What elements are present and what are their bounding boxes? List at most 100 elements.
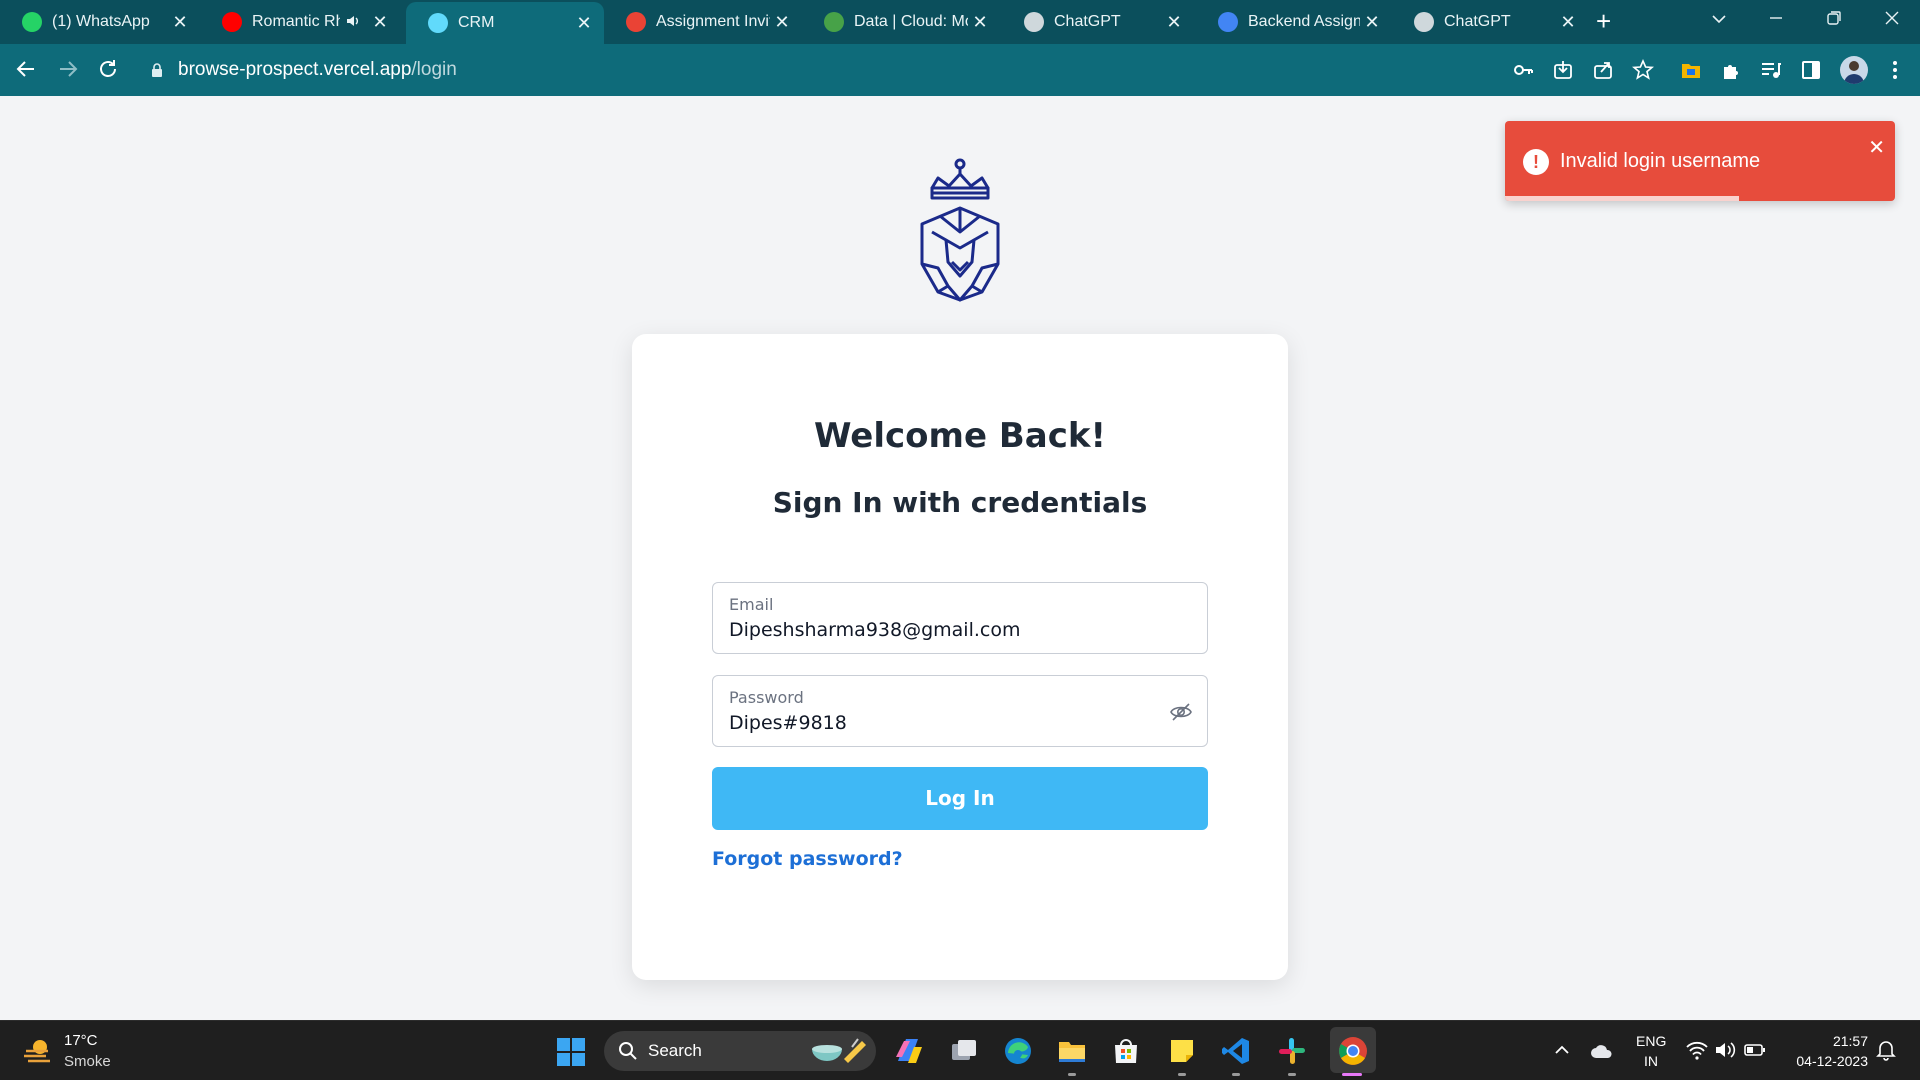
- browser-tab[interactable]: Romantic Rh ✕: [200, 4, 400, 40]
- volume-icon[interactable]: [1714, 1040, 1736, 1060]
- reload-icon[interactable]: [96, 57, 120, 81]
- side-panel-icon[interactable]: [1800, 59, 1822, 81]
- tab-title: ChatGPT: [1444, 13, 1511, 30]
- browser-tab[interactable]: Backend Assignm✕: [1196, 4, 1392, 40]
- weather-haze-icon[interactable]: [22, 1035, 54, 1067]
- wifi-icon[interactable]: [1686, 1040, 1708, 1060]
- language-indicator[interactable]: ENG IN: [1636, 1031, 1666, 1071]
- login-card: Welcome Back! Sign In with credentials E…: [632, 334, 1288, 980]
- tab-close-icon[interactable]: ✕: [1556, 12, 1580, 33]
- browser-tab[interactable]: Data | Cloud: Mo ✕: [802, 4, 1000, 40]
- forward-icon[interactable]: [56, 57, 80, 81]
- clock-date: 04-12-2023: [1796, 1053, 1868, 1069]
- microsoft-store-icon[interactable]: [1110, 1035, 1142, 1067]
- tab-close-icon[interactable]: ✕: [968, 12, 992, 33]
- battery-icon[interactable]: [1744, 1042, 1766, 1058]
- browser-tab-strip: (1) WhatsApp ✕ Romantic Rh ✕ CRM ✕ Assignment …: [0, 0, 1920, 44]
- bookmark-star-icon[interactable]: [1632, 59, 1654, 81]
- weather-temperature[interactable]: 17°C: [64, 1032, 98, 1049]
- key-icon[interactable]: [1512, 59, 1534, 81]
- tab-title: Assignment Invit: [656, 13, 770, 30]
- browser-tab[interactable]: ChatGPT ✕: [1392, 4, 1588, 40]
- email-value[interactable]: Dipeshsharma938@gmail.com: [729, 619, 1020, 641]
- taskbar-search-box[interactable]: Search: [604, 1031, 876, 1071]
- browser-tab[interactable]: (1) WhatsApp ✕: [0, 4, 200, 40]
- toggle-password-visibility-icon[interactable]: [1169, 700, 1193, 724]
- onedrive-cloud-icon[interactable]: [1590, 1043, 1614, 1059]
- task-view-icon[interactable]: [948, 1035, 980, 1067]
- sticky-notes-running-indicator: [1178, 1073, 1186, 1076]
- whatsapp-icon: [22, 12, 42, 32]
- windows-start-icon[interactable]: [556, 1037, 586, 1067]
- page-subtitle: Sign In with credentials: [772, 486, 1148, 519]
- windows-taskbar: 17°C Smoke Search ENG IN 21:57 04-12-202…: [0, 1020, 1920, 1080]
- email-field[interactable]: Email Dipeshsharma938@gmail.com: [712, 582, 1208, 654]
- toast-message: Invalid login username: [1560, 150, 1761, 172]
- error-alert-icon: !: [1523, 149, 1549, 175]
- chrome-icon[interactable]: [1337, 1035, 1369, 1067]
- email-label: Email: [729, 595, 774, 614]
- password-field[interactable]: Password Dipes#9818: [712, 675, 1208, 747]
- brand-lion-crest-logo: [920, 158, 1000, 302]
- tab-title: Backend Assignm: [1248, 13, 1360, 30]
- vscode-running-indicator: [1232, 1073, 1240, 1076]
- forgot-password-link[interactable]: Forgot password?: [712, 848, 903, 870]
- chrome-menu-icon[interactable]: [1884, 59, 1906, 81]
- file-explorer-icon[interactable]: [1056, 1035, 1088, 1067]
- search-label: Search: [648, 1041, 702, 1060]
- youtube-icon: [222, 12, 242, 32]
- tab-close-icon[interactable]: ✕: [572, 13, 596, 34]
- system-clock[interactable]: 21:57 04-12-2023: [1784, 1031, 1868, 1071]
- folder-extension-icon[interactable]: [1680, 59, 1702, 81]
- notification-bell-icon[interactable]: [1876, 1039, 1896, 1061]
- url-host: browse-prospect.vercel.app: [178, 59, 412, 80]
- file-explorer-running-indicator: [1068, 1073, 1076, 1076]
- url-path: /login: [411, 59, 457, 80]
- search-highlight-illustration-icon: [812, 1038, 866, 1063]
- login-button[interactable]: Log In: [712, 767, 1208, 830]
- tab-search-icon[interactable]: [1710, 12, 1728, 26]
- clock-time: 21:57: [1832, 1033, 1868, 1049]
- sticky-notes-icon[interactable]: [1166, 1035, 1198, 1067]
- chrome-running-indicator: [1342, 1073, 1362, 1076]
- new-tab-button[interactable]: +: [1596, 6, 1611, 37]
- close-window-icon[interactable]: [1884, 10, 1900, 26]
- tab-close-icon[interactable]: ✕: [770, 12, 794, 33]
- password-value[interactable]: Dipes#9818: [729, 712, 847, 734]
- language-code: ENG: [1636, 1033, 1667, 1049]
- profile-avatar[interactable]: [1840, 56, 1868, 84]
- copilot-app-icon[interactable]: [892, 1035, 924, 1067]
- tab-title: (1) WhatsApp: [52, 13, 150, 30]
- browser-tab[interactable]: ChatGPT ✕: [1002, 4, 1194, 40]
- media-control-icon[interactable]: [1760, 59, 1782, 81]
- browser-tab[interactable]: CRM ✕: [406, 2, 604, 44]
- edge-browser-icon[interactable]: [1002, 1035, 1034, 1067]
- page-title: Welcome Back!: [814, 416, 1106, 456]
- extensions-puzzle-icon[interactable]: [1720, 59, 1742, 81]
- browser-toolbar: browse-prospect.vercel.app/login: [0, 44, 1920, 96]
- vscode-icon[interactable]: [1220, 1035, 1252, 1067]
- browser-tab[interactable]: Assignment Invit ✕: [604, 4, 802, 40]
- slack-running-indicator: [1288, 1073, 1296, 1076]
- tab-close-icon[interactable]: ✕: [368, 12, 392, 33]
- show-hidden-icons-chevron-icon[interactable]: [1554, 1043, 1570, 1055]
- toast-close-icon[interactable]: ✕: [1868, 135, 1885, 160]
- tab-title: Romantic Rh: [252, 13, 340, 30]
- speaker-icon[interactable]: [346, 14, 362, 31]
- tab-close-icon[interactable]: ✕: [1360, 12, 1384, 33]
- restore-icon[interactable]: [1826, 10, 1842, 26]
- tab-close-icon[interactable]: ✕: [1162, 12, 1186, 33]
- search-icon: [619, 1042, 637, 1060]
- install-app-icon[interactable]: [1552, 59, 1574, 81]
- tab-title: ChatGPT: [1054, 13, 1121, 30]
- weather-description[interactable]: Smoke: [64, 1053, 111, 1070]
- react-icon: [428, 13, 448, 33]
- toast-progress-bar: [1505, 196, 1739, 201]
- address-bar[interactable]: browse-prospect.vercel.app/login: [138, 50, 1478, 90]
- tab-close-icon[interactable]: ✕: [168, 12, 192, 33]
- slack-icon[interactable]: [1276, 1035, 1308, 1067]
- minimize-icon[interactable]: [1768, 10, 1784, 26]
- back-icon[interactable]: [14, 57, 38, 81]
- share-icon[interactable]: [1592, 59, 1614, 81]
- lock-icon[interactable]: [150, 63, 164, 77]
